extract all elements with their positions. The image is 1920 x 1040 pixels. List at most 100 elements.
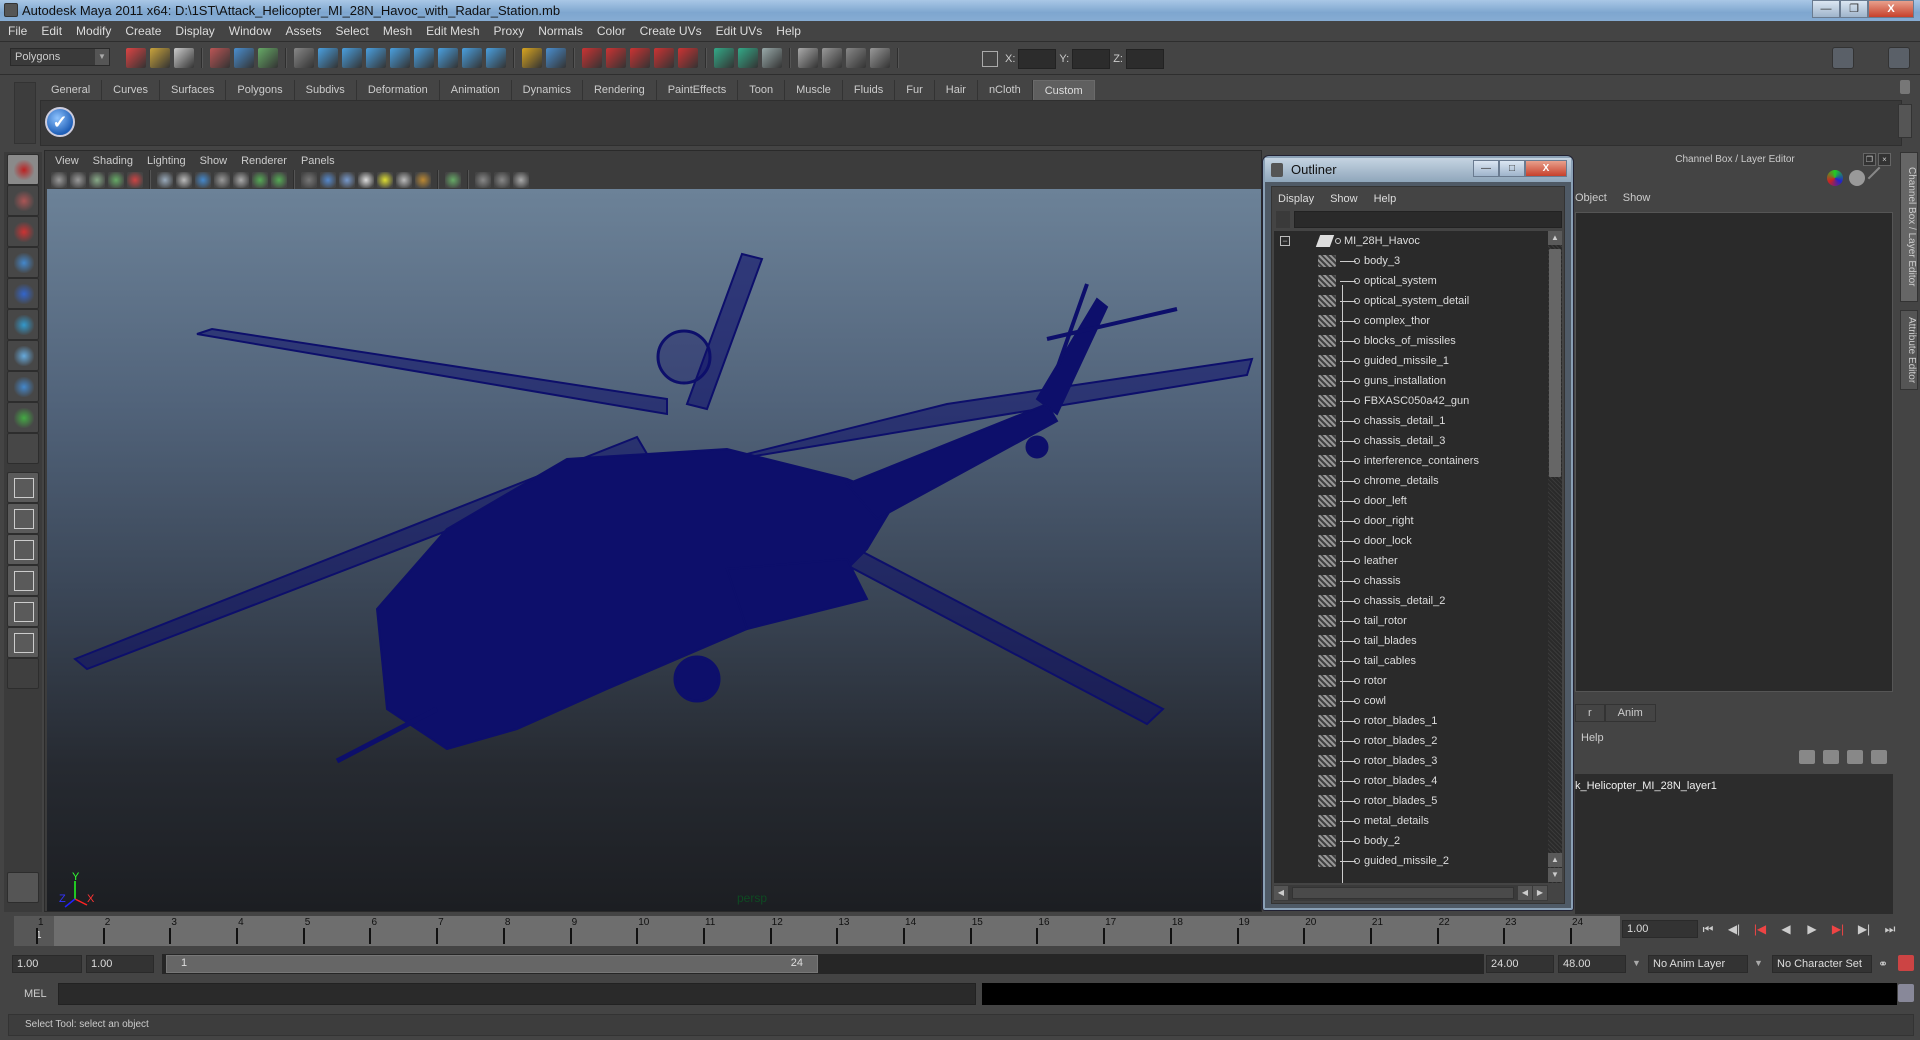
outliner-item[interactable]: leather [1274,551,1548,571]
shelf-tab-rendering[interactable]: Rendering [582,80,657,100]
outliner-item[interactable]: tail_cables [1274,651,1548,671]
lock-selection-icon[interactable] [522,48,542,68]
soft-modification-button[interactable] [7,371,39,402]
image-plane-icon[interactable] [108,172,124,188]
step-back-frame-button[interactable]: ◀| [1726,922,1742,936]
filter-icon[interactable] [1276,211,1290,228]
play-forwards-button[interactable]: ▶ [1804,922,1820,936]
menu-create-uvs[interactable]: Create UVs [640,24,702,38]
script-editor-icon[interactable] [1898,984,1914,1002]
select-camera-icon[interactable] [51,172,67,188]
step-forward-frame-button[interactable]: ▶| [1856,922,1872,936]
render-view-icon[interactable] [798,48,818,68]
shadows-icon[interactable] [396,172,412,188]
command-input[interactable] [58,983,976,1005]
layer-menu-help[interactable]: Help [1581,732,1604,744]
viewport-menu-panels[interactable]: Panels [301,153,335,169]
single-perspective-layout-button[interactable] [7,472,39,503]
arrow-icon[interactable] [1867,166,1891,190]
menu-select[interactable]: Select [335,24,368,38]
outliner-item[interactable]: optical_system [1274,271,1548,291]
persp-graph-outliner-layout-button[interactable] [7,627,39,658]
shelf-tab-animation[interactable]: Animation [439,80,512,100]
outliner-item[interactable]: rotor [1274,671,1548,691]
horizontal-scroll-thumb[interactable] [1292,887,1514,899]
outliner-vertical-scrollbar[interactable]: ▲ ▲ ▼ [1548,231,1562,883]
playback-end-field[interactable]: 24.00 [1486,955,1554,973]
menu-color[interactable]: Color [597,24,626,38]
side-tab-channel-box-layer-editor[interactable]: Channel Box / Layer Editor [1900,152,1918,302]
menu-set-dropdown[interactable]: Polygons ▼ [10,48,110,66]
hardware-texturing-icon[interactable] [415,172,431,188]
close-button[interactable]: X [1868,0,1914,18]
menu-edit[interactable]: Edit [41,24,62,38]
outliner-item[interactable]: FBXASC050a42_gun [1274,391,1548,411]
snap-to-grid-icon[interactable] [582,48,602,68]
outliner-menu-show[interactable]: Show [1330,193,1358,205]
current-time-field[interactable]: 1.00 [1622,920,1698,938]
step-forward-key-button[interactable]: ▶| [1830,922,1846,936]
key-icon[interactable]: ⚭ [1878,957,1888,971]
render-settings-icon[interactable] [870,48,890,68]
make-live-icon[interactable] [678,48,698,68]
step-back-key-button[interactable]: |◀ [1752,922,1768,936]
new-empty-layer-icon[interactable] [1847,750,1863,764]
new-layer-from-selected-icon[interactable] [1871,750,1887,764]
menu-modify[interactable]: Modify [76,24,111,38]
wireframe-icon[interactable] [301,172,317,188]
scroll-down-arrow[interactable]: ▼ [1548,868,1562,882]
isolate-select-icon[interactable] [445,172,461,188]
show-manipulator-button[interactable] [7,402,39,433]
outliner-close-button[interactable]: X [1525,160,1567,177]
paint-select-tool-button[interactable] [7,216,39,247]
output-operations-icon[interactable] [738,48,758,68]
go-to-start-button[interactable]: ⏮ [1700,922,1716,936]
display-layer-item[interactable]: k_Helicopter_MI_28N_layer1 [1575,780,1717,792]
gate-mask-icon[interactable] [214,172,230,188]
outliner-minimize-button[interactable]: — [1473,160,1499,177]
shelf-tab-ncloth[interactable]: nCloth [977,80,1033,100]
outliner-item[interactable]: tail_rotor [1274,611,1548,631]
outliner-item[interactable]: body_3 [1274,251,1548,271]
x-field[interactable] [1018,49,1057,69]
lasso-tool-button[interactable] [7,185,39,216]
menu-window[interactable]: Window [229,24,272,38]
xray-components-icon[interactable] [513,172,529,188]
select-dynamics-icon[interactable] [438,48,458,68]
viewport-menu-renderer[interactable]: Renderer [241,153,287,169]
outliner-item[interactable]: guided_missile_1 [1274,351,1548,371]
outliner-item[interactable]: chassis_detail_3 [1274,431,1548,451]
tool-settings-toggle-icon[interactable] [1860,47,1882,69]
menu-file[interactable]: File [8,24,27,38]
viewport-menu-view[interactable]: View [55,153,79,169]
float-panel-button[interactable]: ❐ [1863,153,1876,166]
outliner-item[interactable]: blocks_of_missiles [1274,331,1548,351]
menu-edit-uvs[interactable]: Edit UVs [716,24,763,38]
ipr-render-icon[interactable] [846,48,866,68]
shelf-tab-hair[interactable]: Hair [934,80,978,100]
outliner-item[interactable]: tail_blades [1274,631,1548,651]
menu-edit-mesh[interactable]: Edit Mesh [426,24,479,38]
input-operations-icon[interactable] [714,48,734,68]
current-time-marker[interactable] [14,916,54,946]
scroll-left-arrow[interactable]: ◀ [1274,886,1288,900]
character-set-dropdown[interactable]: No Character Set [1772,955,1872,973]
shelf-tab-fluids[interactable]: Fluids [842,80,896,100]
outliner-item[interactable]: rotor_blades_3 [1274,751,1548,771]
save-scene-icon[interactable] [174,48,194,68]
outliner-item[interactable]: interference_containers [1274,451,1548,471]
menu-mesh[interactable]: Mesh [383,24,412,38]
filter-icon[interactable] [294,48,314,68]
open-scene-icon[interactable] [150,48,170,68]
universal-manipulator-button[interactable] [7,340,39,371]
select-object-icon[interactable] [234,48,254,68]
range-slider-bar[interactable]: 1 24 [162,954,1484,974]
channel-box-toggle-icon[interactable] [1888,47,1910,69]
safe-title-icon[interactable] [271,172,287,188]
snap-to-view-plane-icon[interactable] [654,48,674,68]
grid-icon[interactable] [157,172,173,188]
go-to-end-button[interactable]: ⏭ [1882,922,1898,936]
snap-to-point-icon[interactable] [630,48,650,68]
scroll-thumb[interactable] [1549,249,1561,477]
time-slider-bar[interactable]: 1 1 2 3 4 5 6 7 8 9 10 11 12 13 14 15 16 17 18 19 20 21 22 23 2… [14,916,1620,946]
